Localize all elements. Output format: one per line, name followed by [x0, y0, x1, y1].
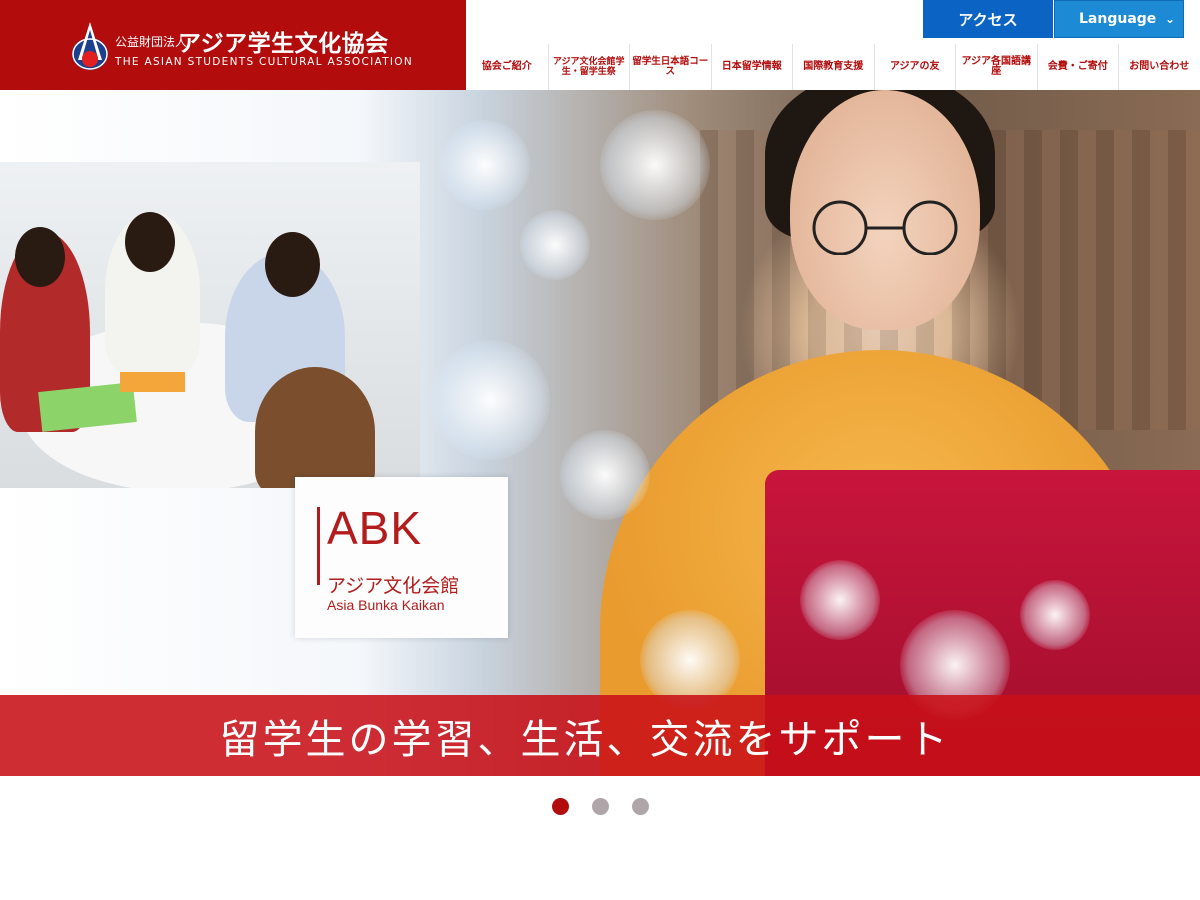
bokeh-light [440, 120, 530, 210]
menu-item-label: お問い合わせ [1129, 61, 1190, 72]
bokeh-light [1020, 580, 1090, 650]
menu-item-asia-friends[interactable]: アジアの友 [873, 44, 956, 90]
student-photo-figure [255, 367, 375, 488]
menu-item-about[interactable]: 協会ご紹介 [466, 44, 548, 90]
student-photo-head [125, 212, 175, 272]
student-photo-head [15, 227, 65, 287]
bokeh-light [430, 340, 550, 460]
bokeh-light [560, 430, 650, 520]
menu-item-label: 日本留学情報 [721, 61, 782, 72]
carousel-dot-1[interactable] [552, 798, 569, 815]
org-name-english: THE ASIAN STUDENTS CULTURAL ASSOCIATION [115, 56, 414, 68]
top-navigation: アクセス Language ⌄ 協会ご紹介 アジア文化会館学生・留学生祭 留学生… [466, 0, 1200, 90]
bokeh-light [520, 210, 590, 280]
notebook-image [120, 372, 185, 392]
menu-item-contact[interactable]: お問い合わせ [1118, 44, 1200, 90]
menu-item-label: 留学生日本語コース [632, 56, 709, 77]
org-type-label: 公益財団法人 [115, 35, 188, 49]
chevron-down-icon: ⌄ [1164, 12, 1175, 26]
access-button[interactable]: アクセス [923, 0, 1053, 38]
carousel-dot-3[interactable] [632, 798, 649, 815]
menu-item-label: アジアの友 [889, 61, 940, 72]
abk-logo-bar [317, 507, 320, 585]
abk-name-japanese: アジア文化会館 [327, 575, 460, 597]
hero-tagline: 留学生の学習、生活、交流をサポート [219, 716, 951, 763]
site-logo[interactable]: 公益財団法人 アジア学生文化協会 THE ASIAN STUDENTS CULT… [0, 0, 466, 90]
abk-logo-text: ABK [327, 502, 423, 554]
language-select[interactable]: Language ⌄ [1054, 0, 1184, 38]
bokeh-light [800, 560, 880, 640]
menu-item-language-courses[interactable]: アジア各国語講座 [955, 44, 1037, 90]
menu-item-education-support[interactable]: 国際教育支援 [792, 44, 874, 90]
menu-item-japanese-course[interactable]: 留学生日本語コース [629, 44, 711, 90]
hero-slider[interactable]: ABK アジア文化会館 Asia Bunka Kaikan 留学生の学習、生活、… [0, 90, 1200, 776]
menu-item-label: アジア文化会館学生・留学生祭 [552, 57, 625, 77]
menu-item-label: 協会ご紹介 [481, 61, 532, 72]
menu-item-label: アジア各国語講座 [961, 56, 1032, 77]
menu-item-label: 会費・ご寄付 [1047, 61, 1108, 72]
abk-logo-card: ABK アジア文化会館 Asia Bunka Kaikan [295, 477, 508, 638]
bokeh-light [600, 110, 710, 220]
carousel-indicators [0, 798, 1200, 816]
association-emblem-icon [72, 22, 108, 70]
menu-item-study-info[interactable]: 日本留学情報 [710, 44, 793, 90]
hero-tagline-band: 留学生の学習、生活、交流をサポート [0, 695, 1200, 776]
org-name: アジア学生文化協会 [178, 31, 389, 57]
menu-item-label: 国際教育支援 [803, 61, 864, 72]
menu-item-festival[interactable]: アジア文化会館学生・留学生祭 [547, 44, 630, 90]
site-header: 公益財団法人 アジア学生文化協会 THE ASIAN STUDENTS CULT… [0, 0, 1200, 90]
students-group-photo [0, 162, 420, 488]
glasses-icon [812, 200, 958, 255]
language-select-label: Language [1079, 11, 1157, 27]
menu-item-donation[interactable]: 会費・ご寄付 [1036, 44, 1119, 90]
student-photo-head [265, 232, 320, 297]
main-menu: 協会ご紹介 アジア文化会館学生・留学生祭 留学生日本語コース 日本留学情報 国際… [466, 44, 1200, 90]
abk-name-english: Asia Bunka Kaikan [327, 597, 445, 613]
carousel-dot-2[interactable] [592, 798, 609, 815]
